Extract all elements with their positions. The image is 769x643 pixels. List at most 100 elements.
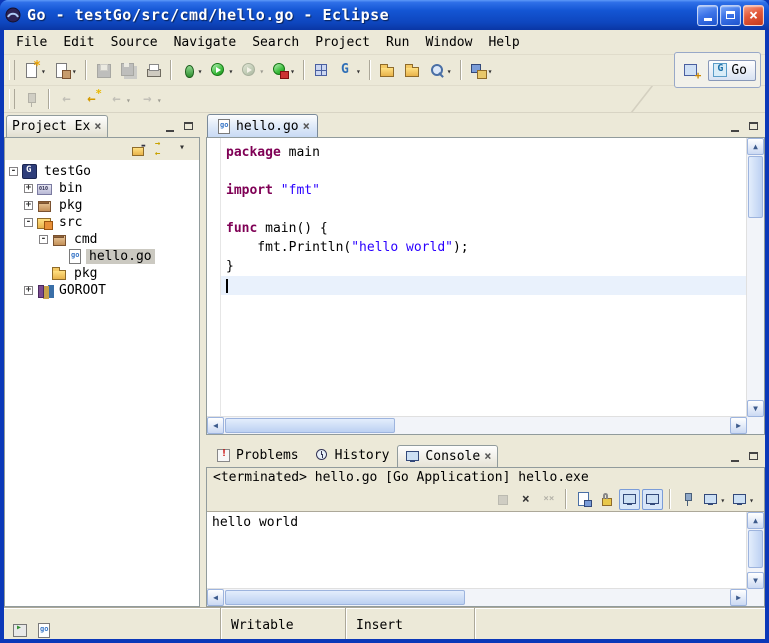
- code-editor[interactable]: package main import "fmt" func main() { fm…: [221, 138, 747, 417]
- save-all-button[interactable]: [116, 55, 141, 85]
- remove-launch-button[interactable]: [515, 489, 536, 510]
- tab-project-explorer[interactable]: Project Ex: [6, 115, 108, 137]
- open-resource-button[interactable]: [375, 55, 400, 85]
- link-with-editor-button[interactable]: [153, 141, 170, 158]
- forward-button[interactable]: [135, 84, 166, 114]
- tab-console[interactable]: Console: [397, 445, 498, 467]
- code-line[interactable]: func main() {: [221, 219, 747, 238]
- minimize-view-icon[interactable]: [164, 121, 178, 133]
- scrollbar-thumb[interactable]: [748, 156, 763, 218]
- open-type-button[interactable]: [400, 55, 425, 85]
- previous-edit-button[interactable]: [54, 84, 79, 114]
- scroll-left-arrow[interactable]: [207, 589, 224, 606]
- close-button[interactable]: [743, 5, 764, 26]
- menu-project[interactable]: Project: [307, 32, 378, 53]
- debug-button[interactable]: [176, 55, 207, 85]
- clear-console-button[interactable]: [573, 489, 594, 510]
- go-trim-icon[interactable]: [36, 622, 52, 638]
- close-tab-icon[interactable]: [94, 119, 101, 134]
- pin-editor-button[interactable]: [19, 84, 44, 114]
- annotation-ruler[interactable]: [207, 138, 221, 417]
- title-bar[interactable]: Go - testGo/src/cmd/hello.go - Eclipse: [0, 0, 769, 30]
- show-stdout-button[interactable]: [619, 489, 640, 510]
- scroll-right-arrow[interactable]: [730, 589, 747, 606]
- menu-source[interactable]: Source: [103, 32, 166, 53]
- scrollbar-thumb[interactable]: [748, 530, 763, 568]
- tree-item-bin[interactable]: bin: [5, 180, 199, 197]
- code-line[interactable]: [221, 200, 747, 219]
- code-line[interactable]: [221, 162, 747, 181]
- maximize-view-icon[interactable]: [747, 451, 761, 463]
- expander-plus-icon[interactable]: [24, 201, 33, 210]
- scroll-lock-button[interactable]: [596, 489, 617, 510]
- display-console-button[interactable]: [700, 489, 727, 510]
- minimize-view-icon[interactable]: [729, 451, 743, 463]
- scroll-up-arrow[interactable]: [747, 512, 764, 529]
- menu-search[interactable]: Search: [244, 32, 307, 53]
- menu-help[interactable]: Help: [480, 32, 527, 53]
- open-perspective-button[interactable]: [679, 55, 704, 85]
- search-button[interactable]: [425, 55, 456, 85]
- toolbar-grip[interactable]: [9, 60, 15, 80]
- expander-minus-icon[interactable]: [39, 235, 48, 244]
- menu-file[interactable]: File: [8, 32, 55, 53]
- expander-minus-icon[interactable]: [24, 218, 33, 227]
- expander-minus-icon[interactable]: [9, 167, 18, 176]
- view-menu-button[interactable]: [176, 141, 193, 158]
- console-vertical-scrollbar[interactable]: [746, 512, 764, 589]
- tree-item-hello.go[interactable]: hello.go: [5, 248, 199, 265]
- close-editor-tab-icon[interactable]: [303, 119, 310, 134]
- show-stderr-button[interactable]: [642, 489, 663, 510]
- minimize-button[interactable]: [697, 5, 718, 26]
- tab-history[interactable]: History: [307, 444, 397, 467]
- maximize-button[interactable]: [720, 5, 741, 26]
- scrollbar-thumb[interactable]: [225, 418, 395, 433]
- minimize-view-icon[interactable]: [729, 121, 743, 133]
- expander-plus-icon[interactable]: [24, 184, 33, 193]
- scroll-left-arrow[interactable]: [207, 417, 224, 434]
- menu-navigate[interactable]: Navigate: [166, 32, 245, 53]
- editor-vertical-scrollbar[interactable]: [746, 138, 764, 417]
- collapse-all-button[interactable]: [130, 141, 147, 158]
- go-application-button[interactable]: [334, 55, 365, 85]
- scroll-right-arrow[interactable]: [730, 417, 747, 434]
- pin-console-button[interactable]: [677, 489, 698, 510]
- tree-item-src[interactable]: src: [5, 214, 199, 231]
- editor-horizontal-scrollbar[interactable]: [207, 416, 747, 434]
- project-tree[interactable]: testGobinpkgsrccmdhello.gopkgGOROOT: [5, 160, 199, 606]
- fast-view-icon[interactable]: [12, 622, 28, 638]
- toolbar-grip[interactable]: [9, 89, 15, 109]
- open-console-button[interactable]: [729, 489, 756, 510]
- external-tools-button[interactable]: [268, 55, 299, 85]
- console-horizontal-scrollbar[interactable]: [207, 588, 747, 606]
- tree-item-GOROOT[interactable]: GOROOT: [5, 282, 199, 299]
- run-last-button[interactable]: [237, 55, 268, 85]
- scrollbar-thumb[interactable]: [225, 590, 465, 605]
- tree-item-pkg[interactable]: pkg: [5, 197, 199, 214]
- last-edit-location-button[interactable]: [79, 84, 104, 114]
- go-perspective-button[interactable]: Go: [708, 60, 756, 81]
- new-go-element-button[interactable]: [50, 55, 81, 85]
- tree-item-cmd[interactable]: cmd: [5, 231, 199, 248]
- scroll-down-arrow[interactable]: [747, 400, 764, 417]
- print-button[interactable]: [141, 55, 166, 85]
- code-line[interactable]: }: [221, 257, 747, 276]
- code-line[interactable]: package main: [221, 143, 747, 162]
- team-synchronize-button[interactable]: [466, 55, 497, 85]
- code-line[interactable]: fmt.Println("hello world");: [221, 238, 747, 257]
- tab-problems[interactable]: Problems: [208, 444, 306, 467]
- maximize-view-icon[interactable]: [182, 121, 196, 133]
- save-button[interactable]: [91, 55, 116, 85]
- new-wizard-button[interactable]: [19, 55, 50, 85]
- terminate-button[interactable]: [492, 489, 513, 510]
- horizontal-sash[interactable]: [206, 435, 765, 443]
- tab-hello-go[interactable]: hello.go: [207, 114, 318, 137]
- menu-run[interactable]: Run: [378, 32, 417, 53]
- code-line[interactable]: import "fmt": [221, 181, 747, 200]
- tree-item-testGo[interactable]: testGo: [5, 163, 199, 180]
- close-console-tab-icon[interactable]: [484, 449, 491, 464]
- code-line[interactable]: [221, 276, 747, 295]
- scroll-up-arrow[interactable]: [747, 138, 764, 155]
- console-output[interactable]: hello world: [207, 511, 764, 606]
- expander-plus-icon[interactable]: [24, 286, 33, 295]
